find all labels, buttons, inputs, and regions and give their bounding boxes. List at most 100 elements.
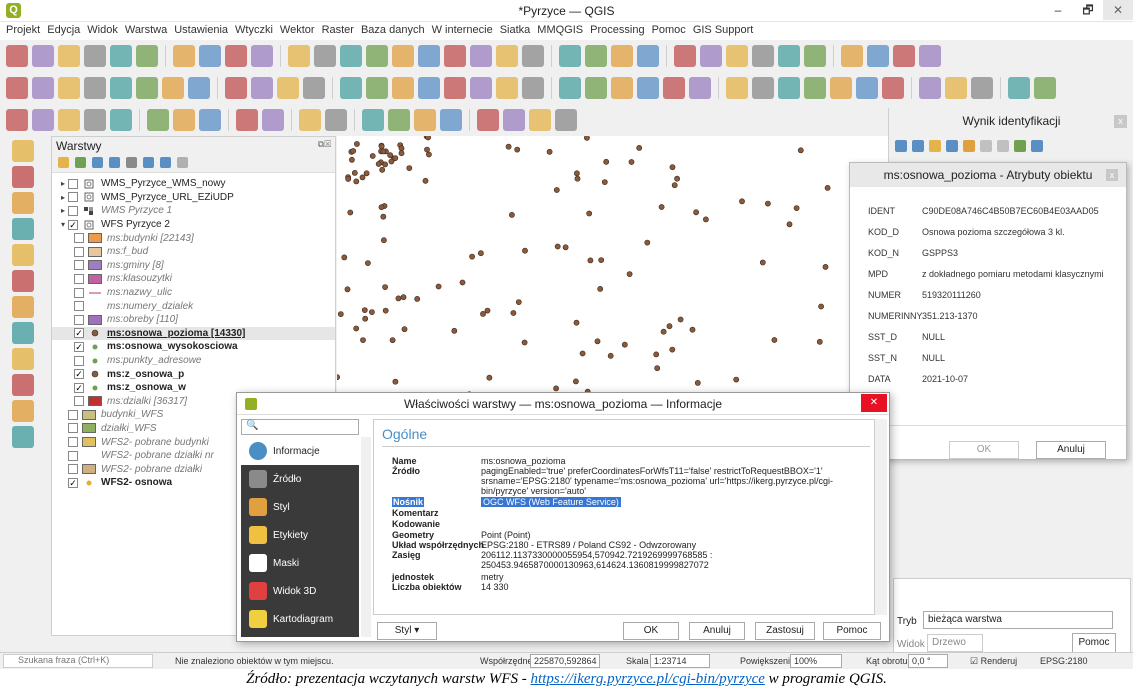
properties-apply-button[interactable]: Zastosuj — [755, 622, 815, 640]
remove-layer-icon[interactable] — [177, 157, 188, 168]
toolbar-tool-icon[interactable] — [555, 109, 577, 131]
survey-point[interactable] — [392, 155, 399, 161]
add-layer-icon[interactable] — [12, 270, 34, 292]
toolbar-tool-icon[interactable] — [585, 77, 607, 99]
layer-item[interactable]: ms:punkty_adresowe — [52, 354, 335, 368]
expand-arrow-icon[interactable]: ▸ — [58, 206, 68, 215]
layer-visibility-checkbox[interactable] — [68, 437, 78, 448]
survey-point[interactable] — [816, 338, 823, 345]
survey-point[interactable] — [364, 260, 371, 266]
toolbar-tool-icon[interactable] — [444, 45, 466, 67]
survey-point[interactable] — [786, 221, 793, 228]
survey-point[interactable] — [378, 143, 385, 150]
toolbar-tool-icon[interactable] — [752, 45, 774, 67]
toolbar-tool-icon[interactable] — [251, 45, 273, 67]
toolbar-tool-icon[interactable] — [288, 45, 310, 67]
survey-point[interactable] — [348, 156, 355, 163]
add-layer-icon[interactable] — [12, 426, 34, 448]
properties-cancel-button[interactable]: Anuluj — [689, 622, 745, 640]
survey-point[interactable] — [347, 209, 354, 216]
survey-point[interactable] — [573, 170, 580, 177]
layer-item[interactable]: ms:gminy [8] — [52, 259, 335, 273]
toolbar-tool-icon[interactable] — [830, 77, 852, 99]
toolbar-tool-icon[interactable] — [32, 45, 54, 67]
menu-item[interactable]: Wtyczki — [233, 22, 278, 40]
menu-item[interactable]: Processing — [588, 22, 649, 40]
survey-point[interactable] — [660, 328, 667, 335]
toolbar-tool-icon[interactable] — [841, 45, 863, 67]
toolbar-tool-icon[interactable] — [522, 77, 544, 99]
minimize-button[interactable]: – — [1043, 0, 1073, 20]
survey-point[interactable] — [459, 279, 466, 286]
survey-point[interactable] — [351, 170, 358, 176]
layer-visibility-checkbox[interactable]: ✓ — [74, 328, 84, 339]
expression-filter-icon[interactable] — [126, 157, 137, 168]
survey-point[interactable] — [369, 309, 375, 315]
toolbar-tool-icon[interactable] — [700, 45, 722, 67]
survey-point[interactable] — [636, 144, 643, 151]
layer-visibility-checkbox[interactable] — [68, 178, 78, 189]
toolbar-tool-icon[interactable] — [637, 77, 659, 99]
style-menu-button[interactable]: Styl ▾ — [377, 622, 437, 640]
survey-point[interactable] — [666, 323, 673, 330]
expand-arrow-icon[interactable]: ▸ — [58, 179, 68, 188]
survey-point[interactable] — [422, 177, 429, 184]
menu-item[interactable]: MMQGIS — [535, 22, 588, 40]
survey-point[interactable] — [395, 295, 402, 302]
expand-arrow-icon[interactable]: ▾ — [58, 220, 68, 229]
layer-visibility-checkbox[interactable] — [74, 314, 84, 325]
toolbar-tool-icon[interactable] — [882, 77, 904, 99]
survey-point[interactable] — [414, 295, 421, 302]
toolbar-tool-icon[interactable] — [225, 77, 247, 99]
survey-point[interactable] — [361, 307, 368, 313]
toolbar-tool-icon[interactable] — [188, 77, 210, 99]
properties-nav-item[interactable]: Etykiety — [241, 521, 359, 549]
survey-point[interactable] — [505, 143, 512, 150]
add-layer-icon[interactable] — [12, 244, 34, 266]
toolbar-tool-icon[interactable] — [726, 45, 748, 67]
clear-results-icon[interactable] — [929, 140, 941, 152]
toolbar-tool-icon[interactable] — [362, 109, 384, 131]
survey-point[interactable] — [628, 159, 635, 165]
scale-field[interactable]: 1:23714 — [650, 654, 710, 668]
toolbar-tool-icon[interactable] — [173, 109, 195, 131]
survey-point[interactable] — [579, 350, 586, 357]
layer-item[interactable]: ✓ ms:osnowa_pozioma [14330] — [52, 326, 335, 341]
survey-point[interactable] — [424, 146, 430, 153]
menu-item[interactable]: GIS Support — [691, 22, 759, 40]
survey-point[interactable] — [694, 379, 701, 386]
expand-tree-icon[interactable] — [895, 140, 907, 152]
toolbar-tool-icon[interactable] — [418, 45, 440, 67]
collapse-tree-icon[interactable] — [912, 140, 924, 152]
toolbar-tool-icon[interactable] — [277, 77, 299, 99]
survey-point[interactable] — [382, 307, 389, 314]
survey-point[interactable] — [469, 253, 475, 260]
toolbar-tool-icon[interactable] — [6, 77, 28, 99]
survey-point[interactable] — [425, 136, 431, 141]
caption-link[interactable]: https://ikerg.pyrzyce.pl/cgi-bin/pyrzyce — [531, 671, 765, 687]
survey-point[interactable] — [350, 148, 357, 154]
toolbar-tool-icon[interactable] — [856, 77, 878, 99]
layer-visibility-checkbox[interactable] — [74, 355, 84, 366]
survey-point[interactable] — [477, 250, 484, 257]
layer-visibility-checkbox[interactable]: ✓ — [74, 341, 84, 352]
properties-ok-button[interactable]: OK — [623, 622, 679, 640]
layer-item[interactable]: ms:f_bud — [52, 245, 335, 259]
survey-point[interactable] — [345, 176, 352, 182]
expand-all-icon[interactable] — [143, 157, 154, 168]
toolbar-tool-icon[interactable] — [637, 45, 659, 67]
layer-visibility-checkbox[interactable] — [74, 233, 84, 244]
toolbar-tool-icon[interactable] — [251, 77, 273, 99]
survey-point[interactable] — [451, 327, 458, 334]
expand-arrow-icon[interactable]: ▸ — [58, 193, 68, 202]
survey-point[interactable] — [587, 257, 594, 264]
survey-point[interactable] — [353, 325, 360, 332]
identify-settings-icon[interactable] — [1031, 140, 1043, 152]
toolbar-tool-icon[interactable] — [388, 109, 410, 131]
toolbar-tool-icon[interactable] — [477, 109, 499, 131]
layer-item[interactable]: ms:budynki [22143] — [52, 231, 335, 245]
copy-feature-icon[interactable] — [980, 140, 992, 152]
menu-item[interactable]: Widok — [85, 22, 123, 40]
survey-point[interactable] — [658, 204, 665, 210]
survey-point[interactable] — [353, 141, 360, 147]
